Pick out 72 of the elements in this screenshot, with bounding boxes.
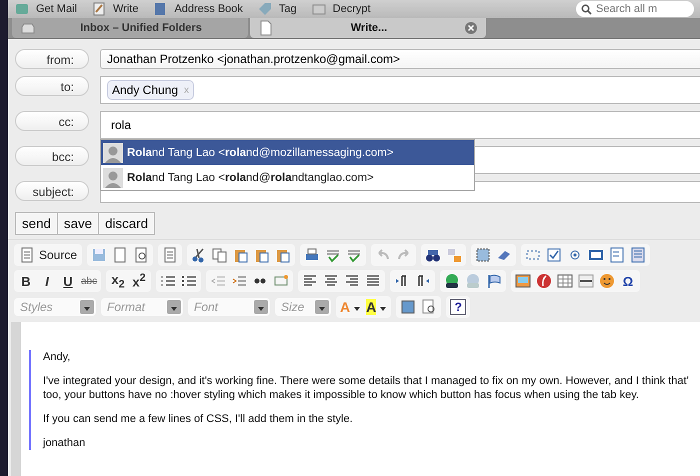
underline-button[interactable]: U [60,274,76,288]
avatar-icon [103,142,123,162]
template-icon[interactable] [162,247,178,263]
toolbar-button[interactable]: Get Mail [14,1,77,17]
toolbar-button[interactable]: Write [90,1,138,17]
action-button[interactable]: send [15,212,58,235]
source-button[interactable]: Source [14,244,82,266]
align-left-icon[interactable] [302,273,318,289]
flag-icon[interactable] [486,273,502,289]
toolbar-button[interactable]: Address Book [152,1,243,17]
message-paragraph: If you can send me a few lines of CSS, I'll add them in the style. [43,412,354,426]
toolbar-button[interactable]: Decrypt [310,1,371,17]
find-icon[interactable] [425,247,442,263]
field-label: bcc: [15,146,89,166]
preview-icon[interactable] [133,247,150,263]
table-icon[interactable] [557,273,573,289]
bullet-list-icon[interactable] [181,273,197,289]
close-icon[interactable] [464,21,478,35]
show-blocks-icon[interactable] [421,299,438,315]
field-label: cc: [15,111,89,131]
action-button[interactable]: save [56,212,100,235]
text-field[interactable]: rola [100,111,700,139]
paste-word-icon[interactable] [275,247,292,263]
justify-icon[interactable] [365,273,381,289]
new-page-icon[interactable] [112,247,128,263]
suggestion-item[interactable]: Roland Tang Lao <roland@rolandtanglao.com> [101,165,474,190]
message-paragraph: jonathan [43,436,86,450]
superscript-button[interactable]: x$^{2}$ [131,272,147,290]
copy-icon[interactable] [212,247,228,263]
image-icon[interactable] [515,273,531,289]
flash-icon[interactable] [536,273,552,289]
subscript-button[interactable]: x$_{2}$ [110,272,126,290]
tab[interactable]: Inbox – Unified Folders [12,18,248,38]
field-label: to: [15,76,89,96]
select-all-icon[interactable] [475,247,492,263]
sender-select[interactable]: Jonathan Protzenko <jonathan.protzenko@gmail.com> [100,49,700,69]
avatar-icon [103,168,123,188]
text-field-icon[interactable] [588,247,604,263]
italic-button[interactable]: I [39,274,55,288]
smiley-icon[interactable] [599,273,615,289]
textarea-icon[interactable] [609,247,626,263]
strike-button[interactable]: abc [81,276,97,286]
suggestion-text: Roland Tang Lao <roland@mozillamessaging.com> [127,146,394,158]
background-color-button[interactable]: A [366,299,388,315]
message-paragraph: I've integrated your design, and it's working fine. There were some details that I managed to fix on my own. However, and I think that' too, your buttons have no :hover styling which makes it impossible to know which button has focus when using the tab key. [43,374,690,402]
checkbox-icon[interactable] [546,247,562,263]
toolbar-button[interactable]: Tag [256,1,297,17]
paste-text-icon[interactable] [254,247,270,263]
page-icon[interactable] [258,20,274,36]
field-label: subject: [15,181,89,201]
align-right-icon[interactable] [344,273,360,289]
document-icon [19,247,35,263]
recipient-chip[interactable]: Andy Chung x [107,80,194,100]
pencil-icon[interactable] [90,1,107,17]
recipient-field[interactable]: Andy Chung x [100,76,700,104]
select-list-icon[interactable] [630,247,646,263]
inbox-tray-icon[interactable] [20,22,36,34]
suggestion-item[interactable]: Roland Tang Lao <roland@mozillamessaging.com> [101,140,474,165]
align-center-icon[interactable] [323,273,339,289]
action-button[interactable]: discard [98,212,156,235]
paste-icon[interactable] [233,247,250,263]
print-icon[interactable] [304,247,320,263]
help-button[interactable]: ? [450,299,466,315]
message-paragraph: Andy, [43,350,72,364]
bold-button[interactable]: B [18,274,34,288]
special-character-button[interactable]: Ω [620,274,636,288]
field-label: from: [15,49,89,69]
suggestion-text: Roland Tang Lao <roland@rolandtanglao.com> [127,172,374,184]
search-icon [581,4,592,15]
tab[interactable]: Write... [250,18,486,38]
numbered-list-icon[interactable] [160,273,176,289]
search-field[interactable]: Search all m [576,1,694,17]
